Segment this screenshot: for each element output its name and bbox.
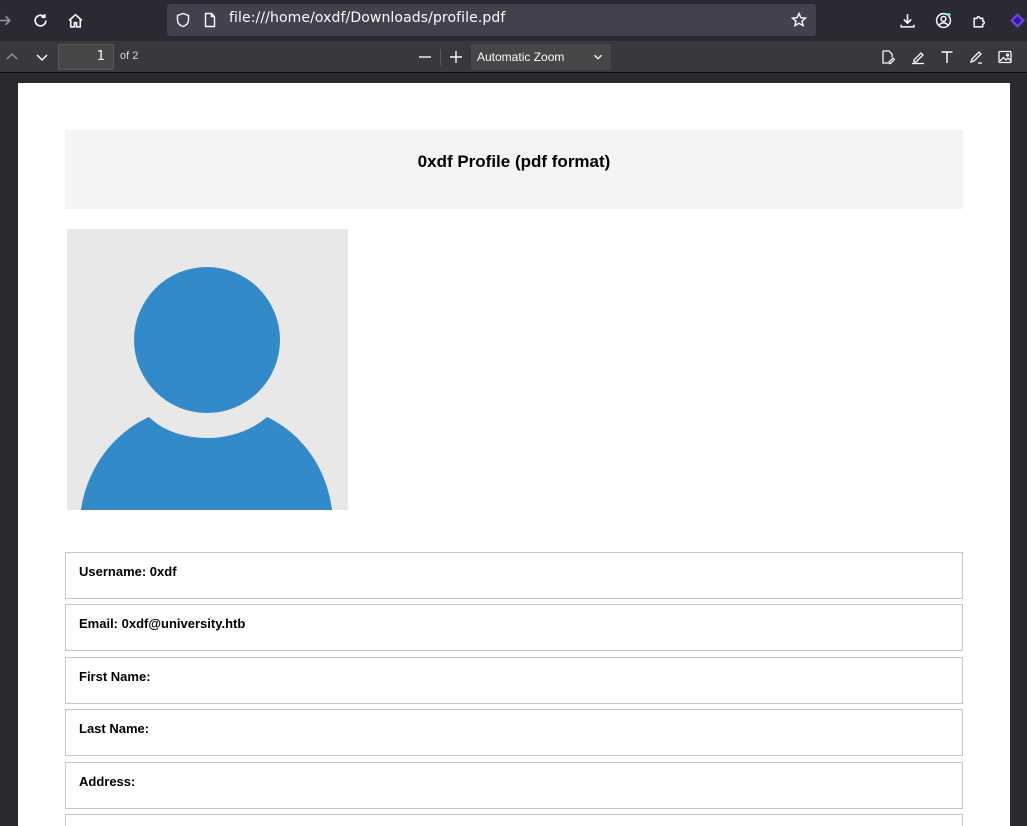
home-icon[interactable] xyxy=(63,8,87,32)
page-icon xyxy=(202,12,218,28)
address-field: Address: xyxy=(65,762,963,809)
signature-icon[interactable] xyxy=(876,45,900,69)
user-placeholder-icon xyxy=(81,267,332,510)
first-name-label: First Name: xyxy=(79,669,151,684)
draw-icon[interactable] xyxy=(964,45,988,69)
profile-header: 0xdf Profile (pdf format) xyxy=(65,130,963,209)
last-name-label: Last Name: xyxy=(79,721,150,736)
forward-icon[interactable] xyxy=(0,8,16,32)
pdf-toolbar: 1 of 2 Automatic Zoom xyxy=(0,41,1027,73)
avatar xyxy=(67,229,348,510)
url-text: file:///home/oxdf/Downloads/profile.pdf xyxy=(229,10,506,26)
url-bar[interactable]: file:///home/oxdf/Downloads/profile.pdf xyxy=(167,4,816,36)
pdf-viewer[interactable]: 0xdf Profile (pdf format) Username: 0xdf… xyxy=(0,73,1027,826)
email-field: Email: 0xdf@university.htb xyxy=(65,604,963,651)
page-count: of 2 xyxy=(120,50,139,62)
page-number-input[interactable]: 1 xyxy=(58,44,114,70)
reload-icon[interactable] xyxy=(28,8,52,32)
extensions-icon[interactable] xyxy=(967,8,991,32)
toolbar-divider xyxy=(440,49,441,65)
next-field xyxy=(65,814,963,826)
text-icon[interactable] xyxy=(935,45,959,69)
bookmark-star-icon[interactable] xyxy=(790,11,808,28)
zoom-select-value: Automatic Zoom xyxy=(477,50,565,64)
username-label: Username: 0xdf xyxy=(79,564,177,579)
address-label: Address: xyxy=(79,774,136,789)
shield-icon[interactable] xyxy=(175,12,191,28)
page-title: 0xdf Profile (pdf format) xyxy=(417,152,611,171)
zoom-select[interactable]: Automatic Zoom xyxy=(471,44,611,70)
downloads-icon[interactable] xyxy=(895,8,919,32)
next-page-icon[interactable] xyxy=(30,45,54,69)
image-icon[interactable] xyxy=(993,45,1017,69)
highlight-icon[interactable] xyxy=(906,45,930,69)
previous-page-icon[interactable] xyxy=(0,45,24,69)
first-name-field: First Name: xyxy=(65,657,963,704)
username-field: Username: 0xdf xyxy=(65,552,963,599)
extension-purple-icon[interactable] xyxy=(1005,8,1027,32)
email-label: Email: 0xdf@university.htb xyxy=(79,616,246,631)
zoom-out-icon[interactable] xyxy=(413,45,437,69)
zoom-in-icon[interactable] xyxy=(444,45,468,69)
pdf-page: 0xdf Profile (pdf format) Username: 0xdf… xyxy=(18,83,1010,826)
chevron-down-icon xyxy=(594,54,602,60)
browser-nav-bar: file:///home/oxdf/Downloads/profile.pdf xyxy=(0,0,1027,41)
last-name-field: Last Name: xyxy=(65,709,963,756)
account-icon[interactable] xyxy=(931,8,955,32)
